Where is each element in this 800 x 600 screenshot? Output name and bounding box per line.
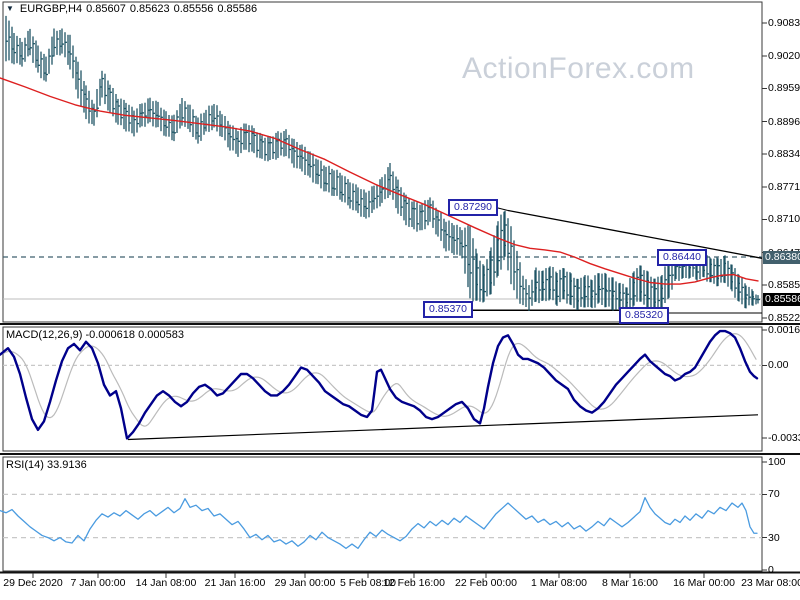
price-tick-label: 0.87100 xyxy=(768,213,800,226)
price-annotation-box[interactable]: 0.85320 xyxy=(619,307,669,325)
price-annotation-box[interactable]: 0.85370 xyxy=(423,300,473,318)
rsi-tick-label: 70 xyxy=(768,488,780,501)
price-tick-label: 0.88345 xyxy=(768,147,800,160)
macd-panel-frame xyxy=(2,326,763,452)
rsi-tick-label: 0 xyxy=(768,564,774,576)
price-tick-label: 0.88960 xyxy=(768,115,800,128)
chart-legend: ▼ EURGBP,H4 0.85607 0.85623 0.85556 0.85586 xyxy=(6,3,261,16)
ohlc-close: 0.85586 xyxy=(217,3,258,15)
chart-window: ▼ EURGBP,H4 0.85607 0.85623 0.85556 0.85586 A… xyxy=(0,0,800,600)
rsi-tick-label: 30 xyxy=(768,531,780,544)
price-tick-label: 0.85855 xyxy=(768,278,800,291)
price-annotation-box[interactable]: 0.86440 xyxy=(657,248,707,266)
chart-canvas[interactable] xyxy=(0,0,800,600)
date-label: 8 Mar 16:00 xyxy=(601,577,659,589)
price-tick-label: 0.89590 xyxy=(768,82,800,95)
macd-main-line[interactable] xyxy=(0,329,759,440)
ohlc-high: 0.85623 xyxy=(129,3,170,15)
price-tick-label: 0.87715 xyxy=(768,181,800,194)
macd-indicator-label: MACD(12,26,9) -0.000618 0.000583 xyxy=(6,329,184,341)
macd-trendline[interactable] xyxy=(127,414,759,441)
descending-trendline[interactable] xyxy=(507,209,763,259)
rsi-indicator-label: RSI(14) 33.9136 xyxy=(6,459,87,471)
price-annotation-box[interactable]: 0.87290 xyxy=(448,199,498,217)
macd-tick-label: 0.00 xyxy=(768,359,789,372)
rsi-tick-label: 100 xyxy=(768,456,786,468)
date-label: 14 Jan 08:00 xyxy=(135,577,197,589)
date-label: 1 Mar 08:00 xyxy=(530,577,588,589)
ohlc-open: 0.85607 xyxy=(86,3,126,15)
date-label: 23 Mar 08:00 xyxy=(741,577,800,589)
last-price-axis-label: 0.85586 xyxy=(763,292,800,306)
symbol-timeframe-label: EURGBP,H4 xyxy=(19,3,83,15)
macd-signal-line[interactable] xyxy=(0,333,757,427)
date-label: 21 Jan 16:00 xyxy=(204,577,266,589)
date-label: 16 Mar 00:00 xyxy=(673,577,735,589)
macd-tick-label: -0.003379 xyxy=(768,432,800,444)
ohlc-low: 0.85556 xyxy=(173,3,214,15)
date-label: 7 Jan 00:00 xyxy=(70,577,126,589)
rsi-line[interactable] xyxy=(0,496,758,550)
chart-collapse-triangle-icon[interactable]: ▼ xyxy=(6,2,14,15)
price-tick-label: 0.90205 xyxy=(768,50,800,63)
date-label: 22 Feb 00:00 xyxy=(455,577,517,589)
watermark: ActionForex.com xyxy=(462,52,695,85)
macd-tick-label: 0.001648 xyxy=(768,324,800,336)
level-price-axis-label: 0.86380 xyxy=(763,250,800,264)
date-label: 29 Dec 2020 xyxy=(3,577,63,589)
date-label: 12 Feb 16:00 xyxy=(383,577,445,589)
date-label: 29 Jan 00:00 xyxy=(274,577,336,589)
price-tick-label: 0.90835 xyxy=(768,17,800,29)
